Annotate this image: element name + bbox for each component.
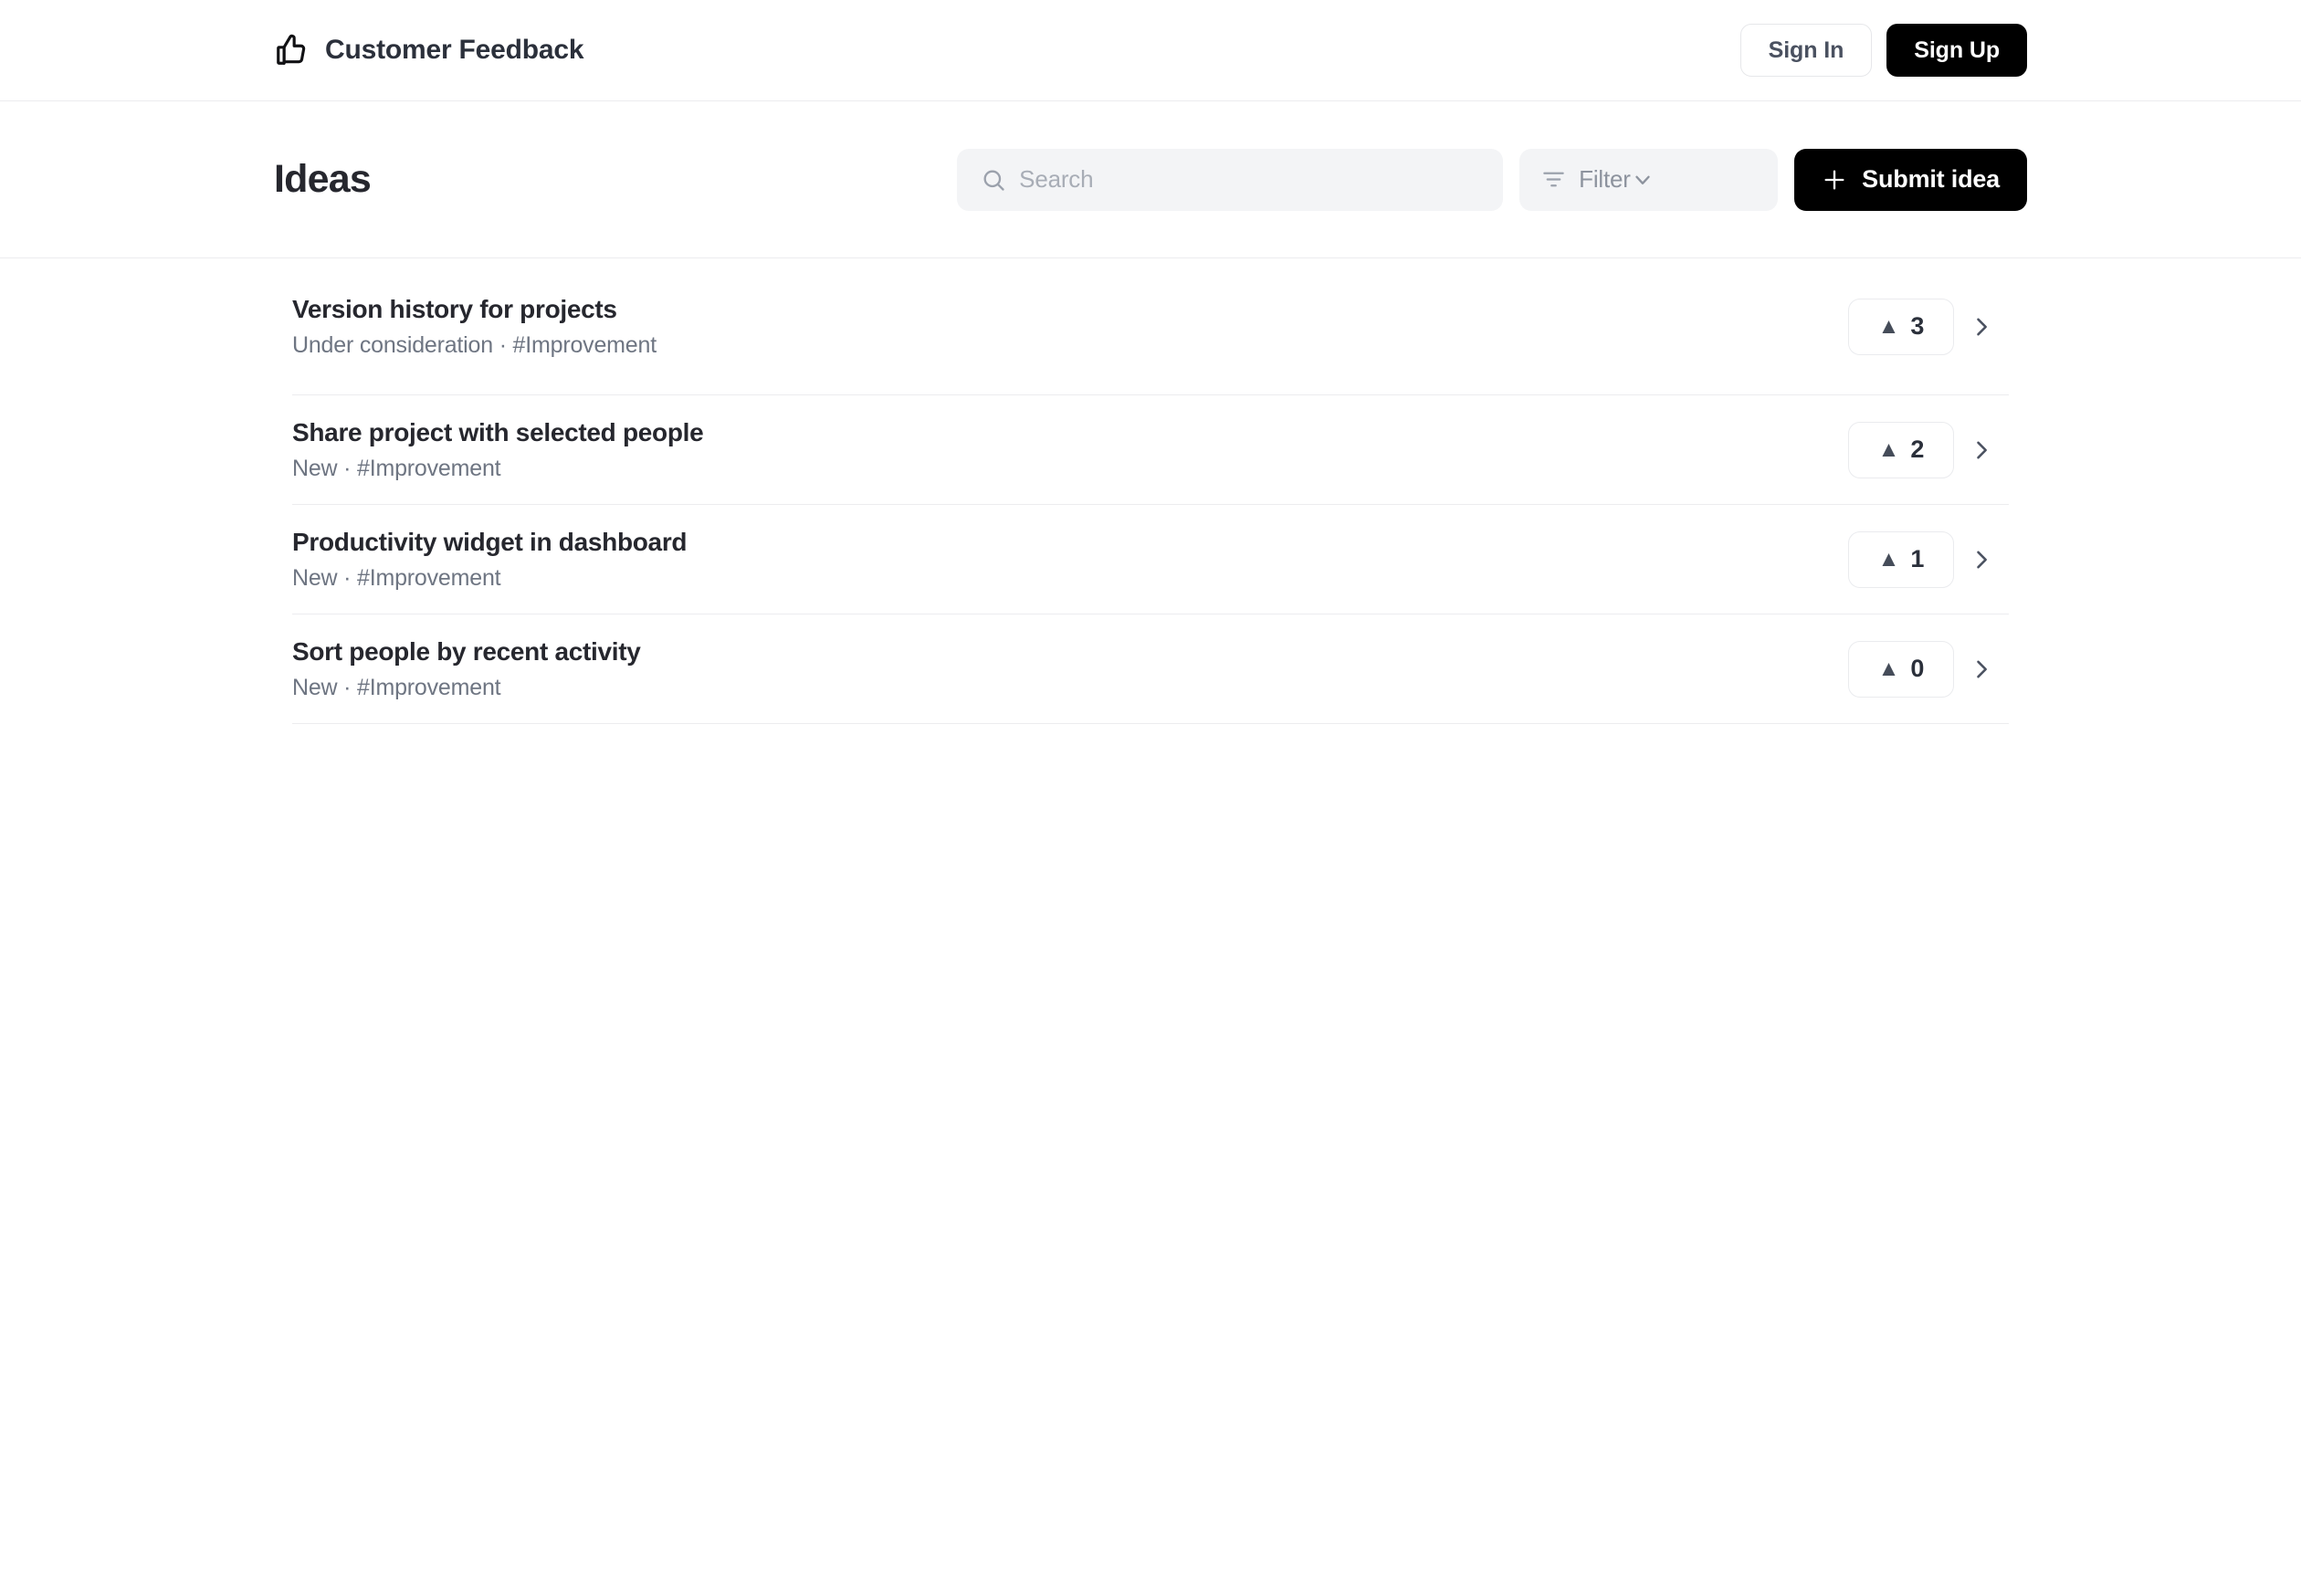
vote-button[interactable]: ▲ 0: [1848, 640, 1954, 698]
search-box[interactable]: [957, 148, 1504, 211]
chevron-right-icon: [1969, 547, 1994, 572]
chevron-right-icon: [1969, 314, 1994, 340]
chevron-right-icon: [1969, 656, 1994, 682]
toolbar-controls: Filter Submit idea: [957, 148, 2027, 211]
vote-count: 3: [1910, 312, 1925, 340]
plus-icon: [1822, 167, 1847, 193]
chevron-right-icon: [1969, 437, 1994, 463]
brand-name: Customer Feedback: [325, 35, 584, 65]
upvote-triangle-icon: ▲: [1877, 313, 1900, 339]
thumbs-up-icon: [274, 33, 309, 68]
idea-row[interactable]: Sort people by recent activity New · #Im…: [292, 614, 2009, 724]
idea-meta: New · #Improvement: [292, 455, 501, 481]
filter-dropdown[interactable]: Filter: [1519, 148, 1779, 211]
open-idea-button[interactable]: [1954, 314, 2009, 340]
vote-button[interactable]: ▲ 2: [1848, 421, 1954, 478]
idea-row[interactable]: Productivity widget in dashboard New · #…: [292, 505, 2009, 614]
upvote-triangle-icon: ▲: [1877, 546, 1900, 572]
search-icon: [981, 167, 1006, 193]
submit-idea-label: Submit idea: [1862, 165, 2000, 193]
search-input[interactable]: [1019, 165, 1480, 194]
idea-title: Version history for projects: [292, 294, 617, 323]
ideas-list: Version history for projects Under consi…: [292, 258, 2009, 724]
upvote-triangle-icon: ▲: [1877, 436, 1900, 462]
vote-button[interactable]: ▲ 1: [1848, 530, 1954, 588]
vote-count: 2: [1910, 436, 1925, 463]
idea-meta: Under consideration · #Improvement: [292, 331, 657, 358]
main-content: Version history for projects Under consi…: [0, 258, 2301, 724]
page-toolbar: Ideas Filter: [0, 101, 2301, 258]
idea-text: Version history for projects Under consi…: [292, 295, 1848, 359]
open-idea-button[interactable]: [1954, 656, 2009, 682]
site-header: Customer Feedback Sign In Sign Up: [0, 0, 2301, 101]
chevron-down-icon: [1631, 168, 1655, 192]
idea-text: Share project with selected people New ·…: [292, 418, 1848, 482]
upvote-triangle-icon: ▲: [1877, 656, 1900, 681]
header-actions: Sign In Sign Up: [1739, 24, 2027, 77]
vote-button[interactable]: ▲ 3: [1848, 298, 1954, 355]
vote-count: 1: [1910, 545, 1925, 572]
open-idea-button[interactable]: [1954, 437, 2009, 463]
vote-count: 0: [1910, 655, 1925, 682]
idea-title: Productivity widget in dashboard: [292, 527, 688, 556]
open-idea-button[interactable]: [1954, 547, 2009, 572]
sign-up-button[interactable]: Sign Up: [1886, 24, 2027, 77]
idea-title: Sort people by recent activity: [292, 636, 641, 666]
idea-text: Productivity widget in dashboard New · #…: [292, 528, 1848, 592]
brand-logo[interactable]: Customer Feedback: [274, 33, 584, 68]
idea-row[interactable]: Share project with selected people New ·…: [292, 395, 2009, 505]
filter-label: Filter: [1579, 165, 1631, 193]
idea-meta: New · #Improvement: [292, 564, 501, 591]
page-title: Ideas: [274, 157, 372, 201]
idea-text: Sort people by recent activity New · #Im…: [292, 637, 1848, 701]
idea-row[interactable]: Version history for projects Under consi…: [292, 258, 2009, 395]
filter-icon: [1541, 167, 1566, 192]
idea-title: Share project with selected people: [292, 417, 704, 446]
submit-idea-button[interactable]: Submit idea: [1794, 148, 2027, 211]
sign-in-button[interactable]: Sign In: [1739, 24, 1873, 77]
idea-meta: New · #Improvement: [292, 674, 501, 700]
